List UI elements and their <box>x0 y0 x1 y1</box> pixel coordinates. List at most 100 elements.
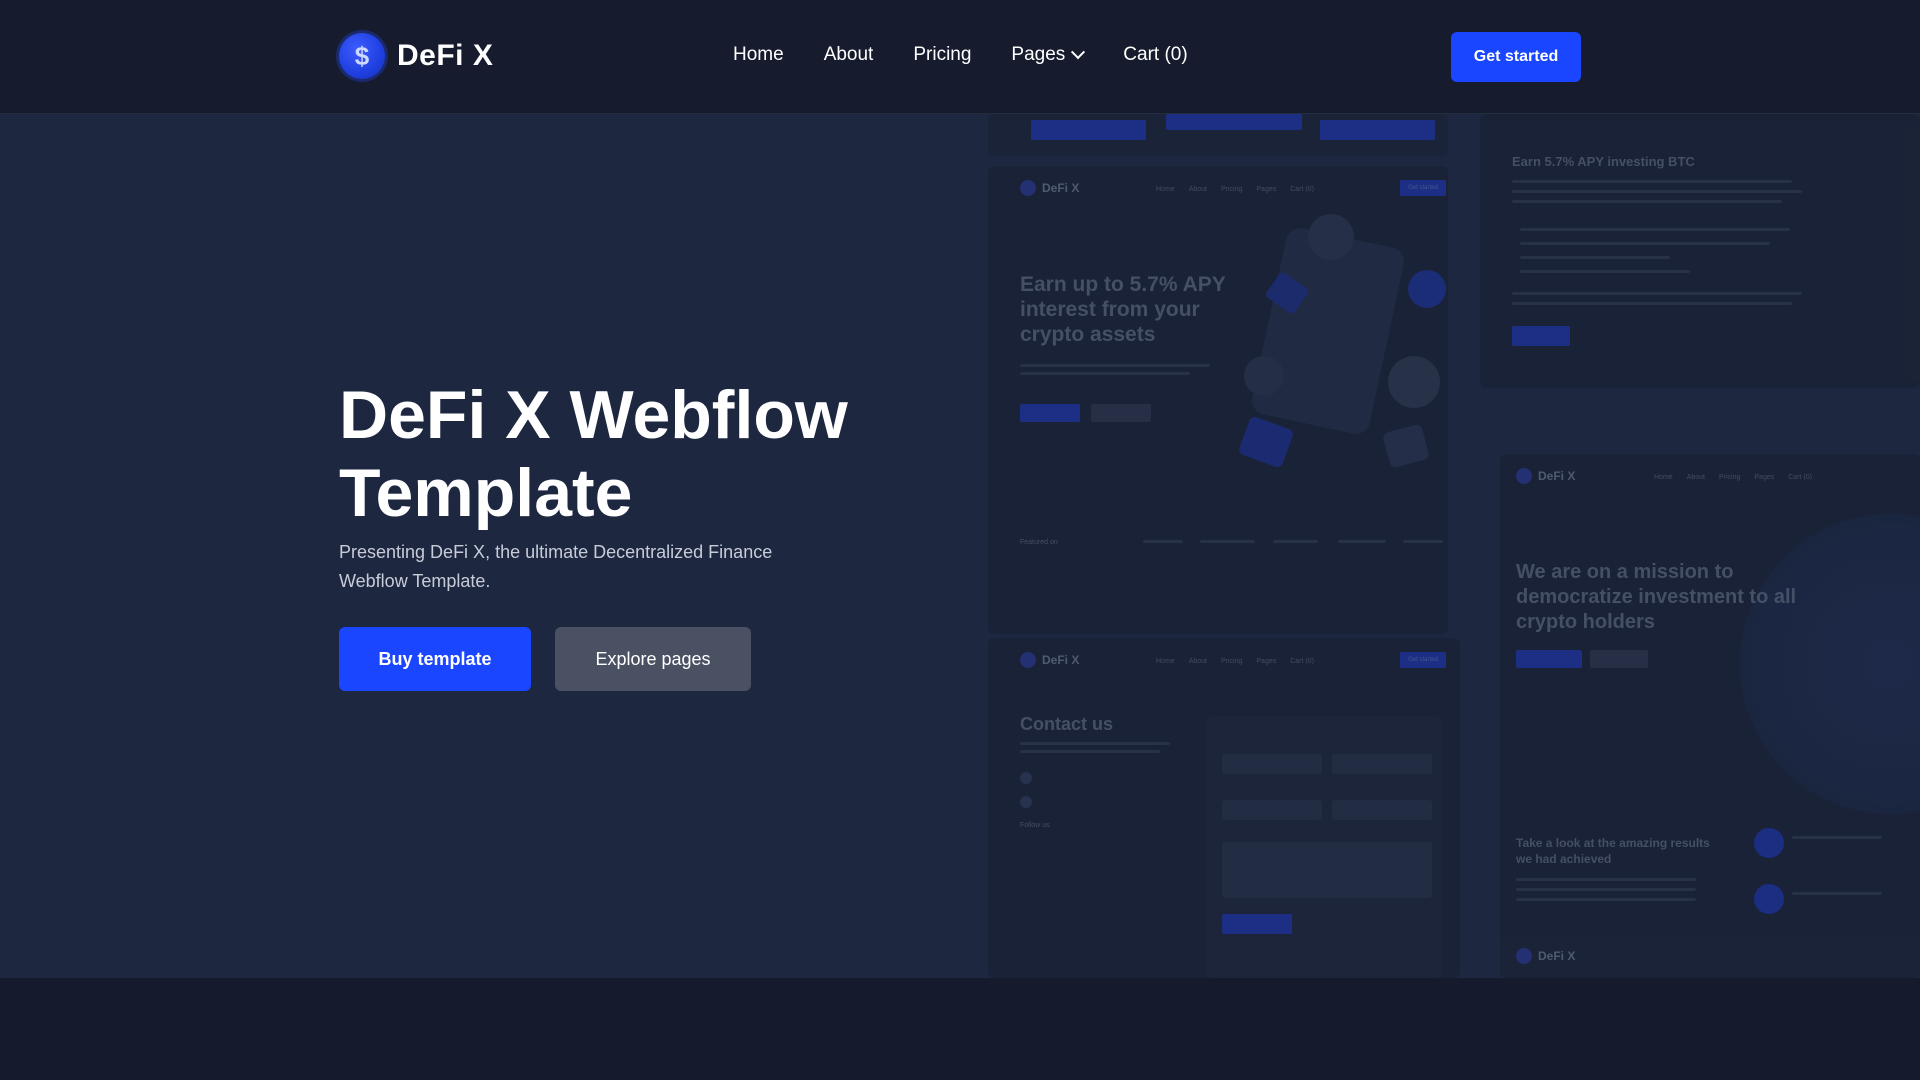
brand-logo[interactable]: $ DeFi X <box>339 33 493 79</box>
preview-stat-line <box>1792 836 1882 839</box>
preview-brand: DeFi X <box>1042 181 1080 195</box>
preview-link: Pages <box>1256 658 1277 665</box>
preview-link: Pricing <box>1220 186 1243 193</box>
preview-featured-label: Featured on <box>1020 539 1058 546</box>
preview-text-line <box>1512 292 1802 295</box>
partner-logo <box>1200 540 1255 543</box>
preview-contact-nav: DeFi X <box>1020 652 1079 668</box>
nav-about[interactable]: About <box>824 44 874 66</box>
main-nav: Home About Pricing Pages Cart (0) <box>733 44 1188 66</box>
preview-link: About <box>1188 186 1207 193</box>
preview-text-line <box>1020 364 1210 367</box>
percent-stat-icon <box>1754 884 1784 914</box>
preview-contact-form <box>1206 716 1442 978</box>
preview-strip-button <box>1166 114 1302 130</box>
preview-contact-page: DeFi X Home About Pricing Pages Cart (0)… <box>988 638 1460 978</box>
preview-link: Cart (0) <box>1788 474 1812 481</box>
preview-link: Pages <box>1754 474 1775 481</box>
preview-contact-cta: Get started <box>1400 652 1446 668</box>
preview-home-button <box>1020 404 1080 422</box>
preview-text-line <box>1020 750 1160 753</box>
get-started-button[interactable]: Get started <box>1451 32 1581 82</box>
partner-logo <box>1338 540 1386 543</box>
phone-icon <box>1020 796 1032 808</box>
preview-link: Pricing <box>1220 658 1243 665</box>
nav-pages-dropdown[interactable]: Pages <box>1011 44 1086 66</box>
preview-link: Pages <box>1256 186 1277 193</box>
preview-text-line <box>1520 228 1790 231</box>
preview-link: Home <box>1156 186 1175 193</box>
preview-about-links: Home About Pricing Pages Cart (0) <box>1654 474 1812 481</box>
preview-text-line <box>1512 190 1802 193</box>
preview-about-page: DeFi X Home About Pricing Pages Cart (0)… <box>1500 454 1920 978</box>
preview-top-strip <box>988 114 1448 156</box>
preview-brand: DeFi X <box>1538 949 1576 963</box>
preview-blog-post: Earn 5.7% APY investing BTC <box>1480 114 1920 388</box>
preview-contact-heading: Contact us <box>1020 714 1114 734</box>
hero-section: DeFi X Webflow Template Presenting DeFi … <box>0 114 1920 978</box>
lower-section-background <box>0 978 1920 1080</box>
nav-pricing-label: Pricing <box>913 44 972 65</box>
message-field <box>1222 842 1432 898</box>
preview-about-heading: We are on a mission to democratize inves… <box>1516 561 1797 633</box>
send-message-button <box>1222 914 1292 934</box>
nav-home-label: Home <box>733 44 784 65</box>
globe-illustration <box>1740 514 1920 814</box>
phone-field <box>1222 800 1322 820</box>
hero-title: DeFi X Webflow Template <box>339 377 848 531</box>
preview-text-line <box>1516 888 1696 891</box>
nav-pages-label: Pages <box>1011 44 1066 65</box>
preview-text-line <box>1512 302 1792 305</box>
nav-about-label: About <box>823 44 874 65</box>
preview-link: About <box>1188 658 1207 665</box>
preview-link: Cart (0) <box>1290 658 1314 665</box>
preview-home-nav: DeFi X <box>1020 180 1079 196</box>
preview-brand: DeFi X <box>1042 653 1080 667</box>
preview-footer-nav: DeFi X <box>1500 936 1920 978</box>
preview-home-cta: Get started <box>1400 180 1446 196</box>
subject-field <box>1332 800 1432 820</box>
email-field <box>1332 754 1432 774</box>
dollar-coin-icon <box>1516 468 1532 484</box>
coin-icon <box>1408 270 1446 308</box>
preview-text-line <box>1512 200 1782 203</box>
preview-stat-line <box>1792 892 1882 895</box>
buy-template-button[interactable]: Buy template <box>339 627 531 691</box>
dollar-stat-icon <box>1754 828 1784 858</box>
coin-icon <box>1244 356 1284 396</box>
partner-logo <box>1273 540 1318 543</box>
dollar-coin-icon <box>1516 948 1532 964</box>
preview-blog-heading: Earn 5.7% APY investing BTC <box>1512 154 1695 169</box>
preview-link: Home <box>1156 658 1175 665</box>
cube-icon <box>1237 415 1295 469</box>
preview-link: About <box>1686 474 1705 481</box>
preview-about-button-2 <box>1590 650 1648 668</box>
dollar-coin-icon <box>1020 180 1036 196</box>
name-field <box>1222 754 1322 774</box>
preview-results-heading: Take a look at the amazing results we ha… <box>1516 836 1710 866</box>
preview-follow-label: Follow us <box>1020 822 1050 829</box>
coin-icon <box>1308 214 1354 260</box>
dollar-coin-icon <box>1020 652 1036 668</box>
preview-contact-links: Home About Pricing Pages Cart (0) <box>1156 658 1314 665</box>
preview-home-heading: Earn up to 5.7% APY interest from your c… <box>1020 273 1226 346</box>
preview-text-line <box>1520 256 1670 259</box>
template-preview-collage: DeFi X Home About Pricing Pages Cart (0)… <box>988 114 1920 978</box>
preview-footer-brand: DeFi X <box>1516 948 1575 964</box>
hero-subtitle: Presenting DeFi X, the ultimate Decentra… <box>339 542 773 591</box>
preview-text-line <box>1020 742 1170 745</box>
nav-home[interactable]: Home <box>733 44 784 66</box>
preview-home-button-2 <box>1091 404 1151 422</box>
preview-link: Home <box>1654 474 1673 481</box>
preview-text-line <box>1512 180 1792 183</box>
preview-text-line <box>1520 270 1690 273</box>
preview-text-line <box>1020 372 1190 375</box>
preview-about-nav: DeFi X <box>1516 468 1575 484</box>
preview-home-links: Home About Pricing Pages Cart (0) <box>1156 186 1314 193</box>
chevron-down-icon <box>1071 45 1086 60</box>
nav-cart[interactable]: Cart (0) <box>1123 44 1187 66</box>
nav-pricing[interactable]: Pricing <box>913 44 971 66</box>
preview-strip-button <box>1031 120 1146 140</box>
preview-link: Cart (0) <box>1290 186 1314 193</box>
explore-pages-button[interactable]: Explore pages <box>555 627 751 691</box>
